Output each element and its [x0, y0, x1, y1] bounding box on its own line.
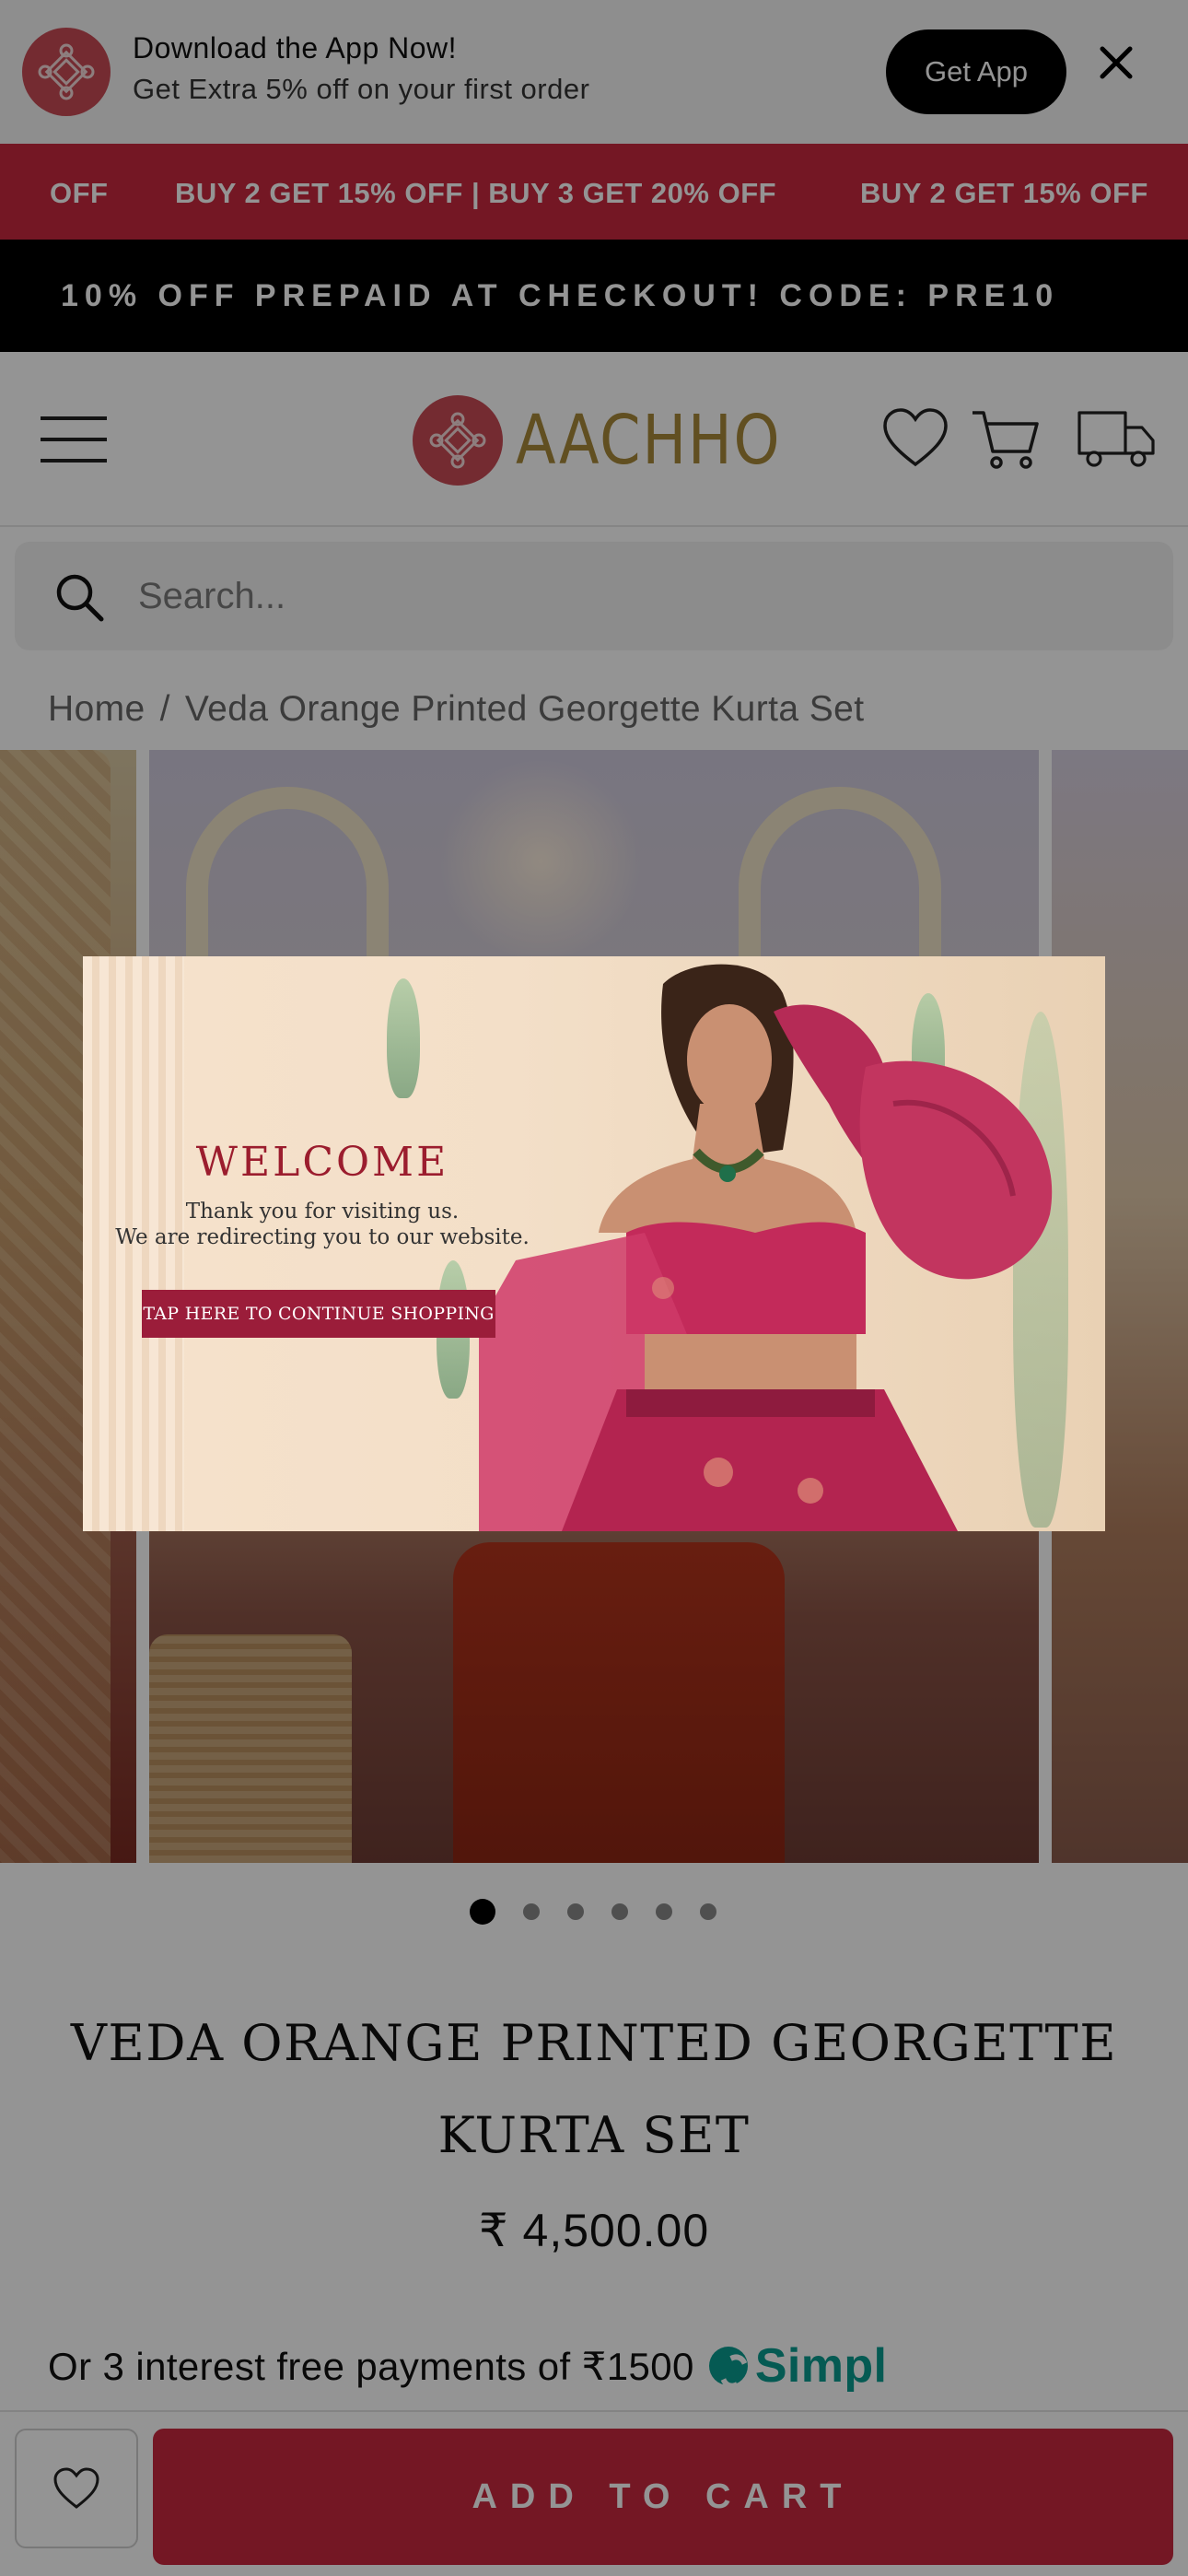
popup-welcome-heading: WELCOME — [195, 1139, 449, 1186]
tree-decor — [387, 978, 420, 1098]
continue-shopping-button[interactable]: TAP HERE TO CONTINUE SHOPPING — [142, 1290, 495, 1338]
welcome-popup[interactable]: WELCOME Thank you for visiting us. We ar… — [83, 956, 1105, 1531]
popup-redirect-text: We are redirecting you to our website. — [115, 1225, 530, 1249]
popup-model-image — [479, 964, 1053, 1531]
popup-thanks-text: Thank you for visiting us. — [185, 1200, 460, 1224]
